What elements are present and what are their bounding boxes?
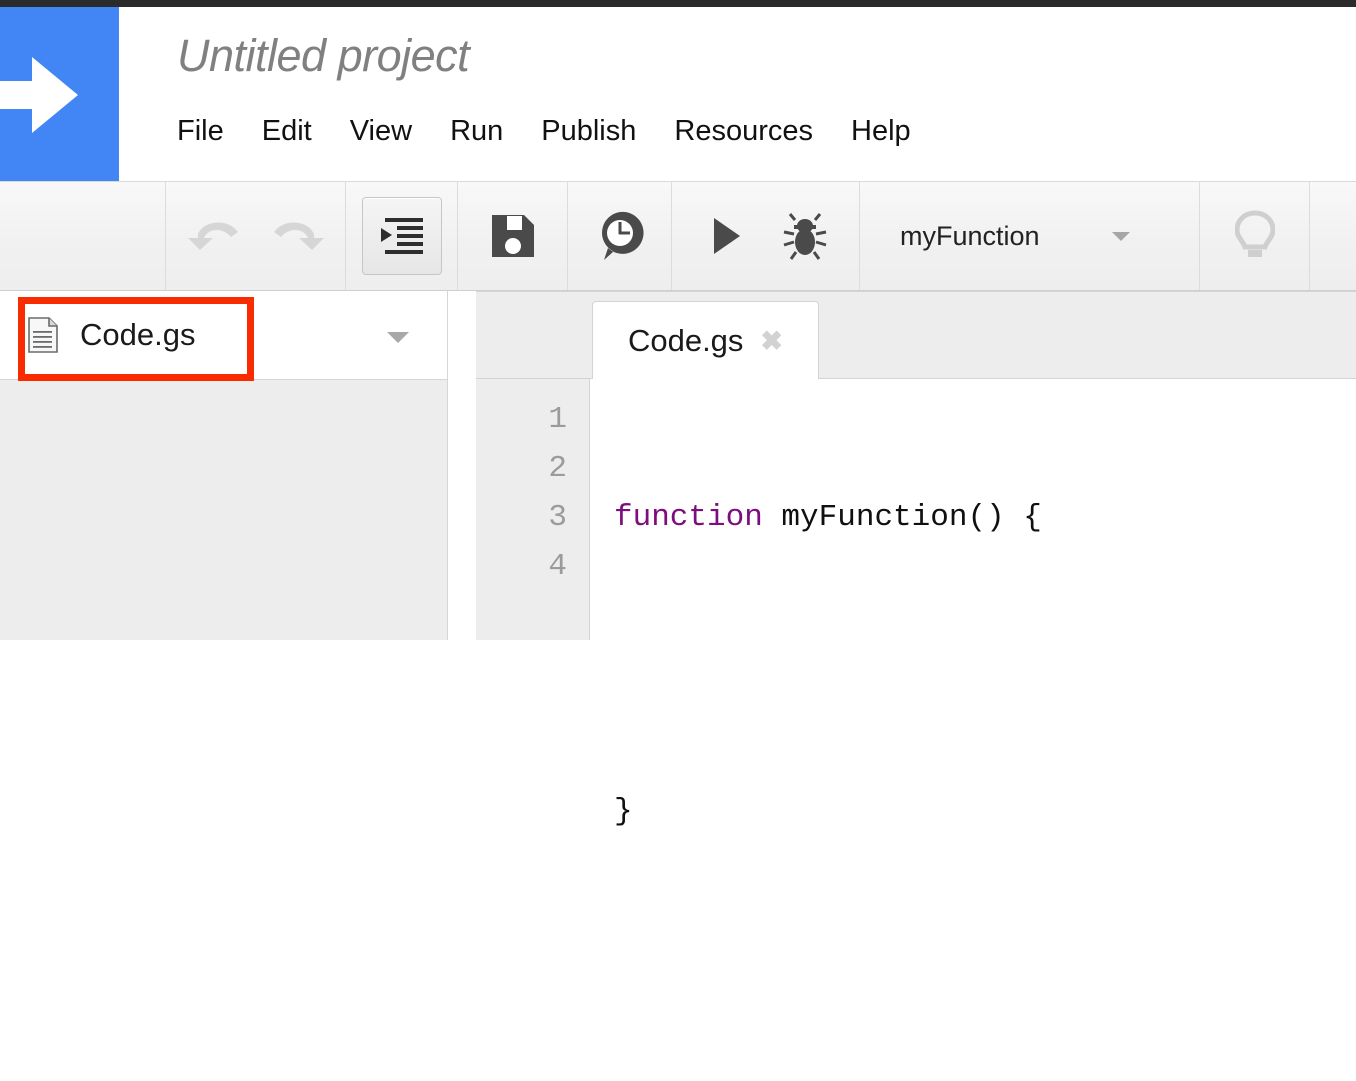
toolbar-group-hint xyxy=(1200,182,1310,290)
toolbar-group-indent xyxy=(346,182,458,290)
menu-item-publish[interactable]: Publish xyxy=(541,115,636,148)
menu-item-help[interactable]: Help xyxy=(851,115,911,148)
save-floppy-icon xyxy=(491,215,534,257)
code-editor[interactable]: 1 2 3 4 function myFunction() { } xyxy=(476,379,1356,829)
sidebar-editor-gap xyxy=(449,291,476,640)
run-button[interactable] xyxy=(688,182,766,290)
toolbar-group-trailing xyxy=(1310,182,1356,290)
file-sidebar: Code.gs xyxy=(0,291,448,640)
function-select-value: myFunction xyxy=(900,220,1040,251)
indent-icon xyxy=(380,218,423,254)
code-line-3: } xyxy=(614,794,633,829)
toolbar-group-history-clock xyxy=(568,182,672,290)
clock-history-icon xyxy=(601,211,644,260)
toolbar: myFunction xyxy=(0,181,1356,291)
editor-tabstrip: Code.gs ✖ xyxy=(476,291,1356,380)
menu-item-run[interactable]: Run xyxy=(450,115,503,148)
code-line-1-rest: myFunction() { xyxy=(762,500,1042,535)
right-arrow-logo-icon xyxy=(0,55,80,135)
code-text-area[interactable]: function myFunction() { } xyxy=(590,379,1356,829)
function-select-inner[interactable]: myFunction xyxy=(860,182,1199,290)
line-number: 1 xyxy=(548,402,567,437)
menu-item-resources[interactable]: Resources xyxy=(674,115,813,148)
lightbulb-icon xyxy=(1234,210,1275,257)
indent-button[interactable] xyxy=(361,197,442,275)
code-line-1: function myFunction() { xyxy=(614,493,1356,542)
app-header: Untitled project File Edit View Run Publ… xyxy=(119,7,1356,181)
toolbar-group-run xyxy=(672,182,860,290)
code-keyword: function xyxy=(614,500,763,535)
menubar: File Edit View Run Publish Resources Hel… xyxy=(177,115,911,148)
window-top-strip xyxy=(0,0,1356,7)
undo-button[interactable] xyxy=(178,182,256,290)
chevron-down-icon xyxy=(1111,231,1130,241)
play-icon xyxy=(713,218,740,254)
line-number: 2 xyxy=(548,451,567,486)
close-x-icon[interactable]: ✖ xyxy=(760,327,783,355)
redo-button[interactable] xyxy=(256,182,334,290)
line-number: 4 xyxy=(548,549,567,584)
app-logo-block[interactable] xyxy=(0,7,119,181)
editor-panel: Code.gs ✖ 1 2 3 4 function myFunction() … xyxy=(476,291,1356,829)
tab-label: Code.gs xyxy=(627,323,744,358)
sidebar-item-code-gs[interactable]: Code.gs xyxy=(0,291,447,380)
sidebar-item-label: Code.gs xyxy=(80,317,196,352)
menu-item-view[interactable]: View xyxy=(350,115,412,148)
menu-item-edit[interactable]: Edit xyxy=(262,115,312,148)
line-number-gutter: 1 2 3 4 xyxy=(476,379,590,640)
menu-item-file[interactable]: File xyxy=(177,115,224,148)
toolbar-spacer xyxy=(0,182,166,290)
tab-code-gs[interactable]: Code.gs ✖ xyxy=(592,301,819,380)
caret-down-icon[interactable] xyxy=(387,332,409,343)
line-number: 3 xyxy=(548,500,567,535)
save-button[interactable] xyxy=(474,182,552,290)
page-title[interactable]: Untitled project xyxy=(177,30,470,82)
version-history-button[interactable] xyxy=(581,182,659,290)
document-file-icon xyxy=(28,317,58,353)
function-select[interactable]: myFunction xyxy=(860,182,1200,290)
bug-icon xyxy=(783,213,826,260)
toolbar-group-save xyxy=(458,182,568,290)
undo-icon xyxy=(187,222,238,250)
debug-button[interactable] xyxy=(766,182,844,290)
redo-icon xyxy=(273,222,324,250)
toolbar-group-history xyxy=(166,182,346,290)
hint-button[interactable] xyxy=(1216,182,1294,290)
